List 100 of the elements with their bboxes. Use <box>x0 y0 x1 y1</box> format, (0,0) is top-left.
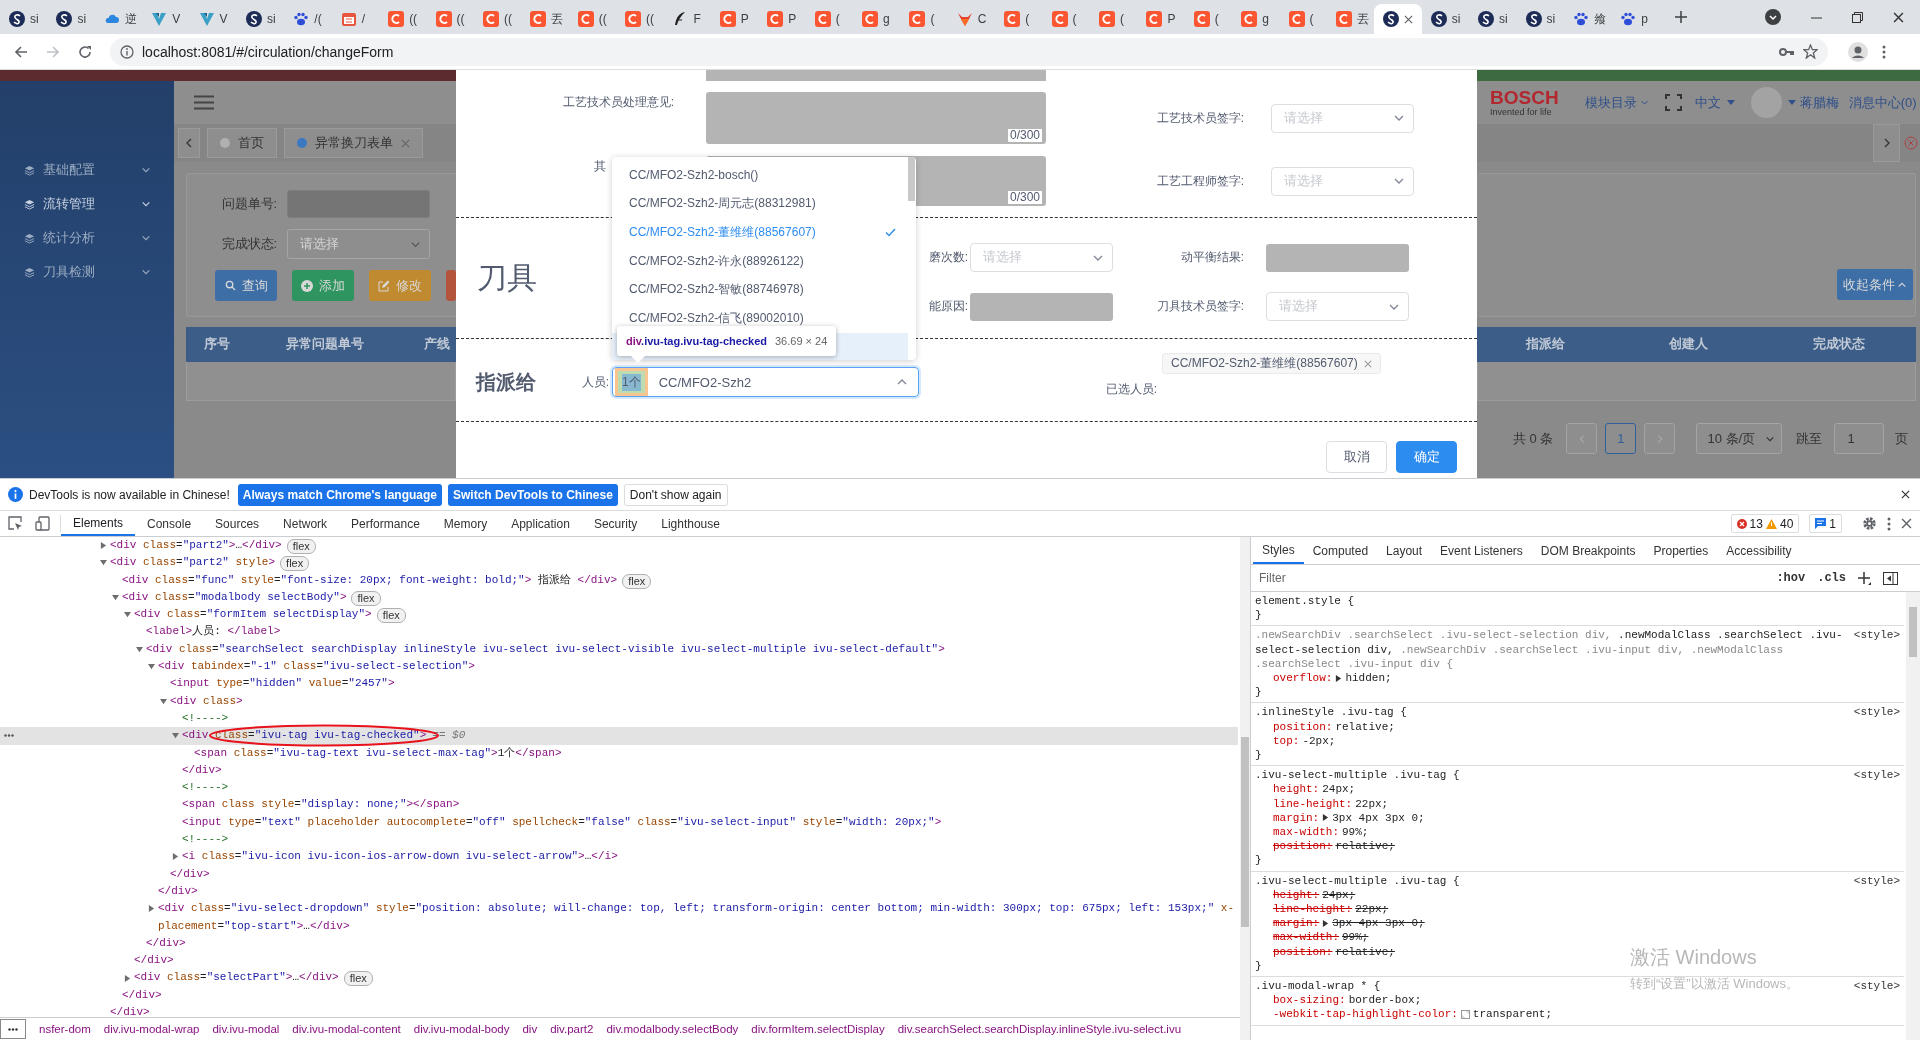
browser-tab[interactable]: (( <box>568 4 617 34</box>
browser-tab[interactable]: p <box>1611 4 1659 34</box>
dom-line[interactable]: </div> <box>134 952 174 970</box>
input-field[interactable] <box>1266 243 1409 272</box>
more-button[interactable] <box>0 1019 26 1039</box>
breadcrumb[interactable]: div.ivu-modal-content <box>292 1023 401 1035</box>
menu-icon[interactable] <box>194 95 214 110</box>
collapse-button[interactable]: 收起条件 <box>1837 269 1913 300</box>
breadcrumb[interactable]: div.modalbody.selectBody <box>606 1023 739 1035</box>
infobar-button[interactable]: Don't show again <box>623 483 728 506</box>
flex-badge[interactable]: flex <box>351 590 381 606</box>
dom-line[interactable]: <div class="searchSelect searchDisplay inlineStyle ivu-select ivu-select-visible ivu-select-multiple ivu-select-default"> <box>146 640 945 659</box>
column-header[interactable]: 完成状态 <box>1813 336 1865 353</box>
input-field[interactable] <box>970 292 1113 321</box>
property-name[interactable]: top: <box>1273 733 1300 749</box>
property-name[interactable]: max-width: <box>1273 930 1339 945</box>
breadcrumb[interactable]: div.formItem.selectDisplay <box>751 1023 885 1035</box>
new-tab-icon[interactable] <box>1674 11 1687 23</box>
search-button[interactable]: 查询 <box>215 270 277 301</box>
breadcrumb[interactable]: nsfer-dom <box>39 1023 91 1035</box>
person-tag[interactable]: CC/MFO2-Szh2-董维维(88567607) <box>1162 353 1381 374</box>
flex-badge[interactable]: flex <box>343 971 373 987</box>
devtools-tab[interactable]: Security <box>581 511 650 536</box>
infobar-button[interactable]: Always match Chrome's language <box>237 483 443 506</box>
caret-icon[interactable] <box>1787 100 1796 105</box>
color-swatch[interactable] <box>1460 1010 1470 1020</box>
device-toolbar-icon[interactable] <box>35 516 50 531</box>
close-icon[interactable] <box>1404 14 1414 24</box>
sidebar-tab[interactable]: Styles <box>1253 537 1304 564</box>
property-value[interactable]: border-box; <box>1348 993 1422 1008</box>
browser-tab[interactable]: P <box>758 4 806 34</box>
dropdown-option[interactable]: CC/MFO2-Szh2-许永(88926122) <box>612 246 908 276</box>
dropdown-option[interactable]: CC/MFO2-Szh2-智敏(88746978) <box>612 275 908 304</box>
column-header[interactable]: 指派给 <box>1526 336 1565 353</box>
expand-arrow-icon[interactable] <box>1322 919 1330 927</box>
sidebar-tab[interactable]: Event Listeners <box>1431 537 1532 564</box>
browser-tab[interactable]: ( <box>900 4 948 34</box>
class-toggle[interactable]: .cls <box>1817 571 1846 585</box>
browser-tab[interactable]: (( <box>426 4 474 34</box>
plus-icon[interactable] <box>1858 571 1871 585</box>
hover-state-toggle[interactable]: :hov <box>1776 571 1806 585</box>
tab-search-icon[interactable] <box>1765 9 1781 25</box>
page-tab[interactable]: 异常换刀表单 <box>284 128 423 158</box>
browser-tab[interactable]: ( <box>1279 4 1327 34</box>
dom-line[interactable]: </div> <box>182 761 222 780</box>
sidebar-tab[interactable]: Layout <box>1377 537 1432 564</box>
dom-line[interactable]: <div class="formItem selectDisplay"> <box>134 606 372 624</box>
flex-badge[interactable]: flex <box>376 608 406 624</box>
property-value[interactable]: hidden; <box>1345 671 1392 686</box>
dom-line[interactable]: <input type="hidden" value="2457"> <box>170 675 395 693</box>
devtools-tab[interactable]: Console <box>135 511 204 536</box>
browser-tab[interactable]: P <box>710 4 759 34</box>
dom-line[interactable]: <i class="ivu-icon ivu-icon-ios-arrow-down ivu-select-arrow">…</i> <box>182 848 618 866</box>
dom-line[interactable]: </div> <box>158 882 198 901</box>
property-name[interactable]: position: <box>1273 944 1333 959</box>
input-field[interactable] <box>287 190 430 218</box>
source-link[interactable]: <style> <box>1843 705 1900 720</box>
menu-icon[interactable] <box>1882 44 1886 59</box>
address-bar[interactable]: localhost:8081/#/circulation/changeForm <box>110 37 1828 66</box>
property-name[interactable]: margin: <box>1273 916 1320 931</box>
source-link[interactable]: <style> <box>1843 768 1900 783</box>
browser-tab[interactable]: (( <box>616 4 664 34</box>
dom-line[interactable]: </div> <box>170 865 210 883</box>
expand-arrow-icon[interactable] <box>1335 674 1343 682</box>
inspect-icon[interactable] <box>8 516 23 531</box>
browser-tab[interactable]: 丟 <box>1326 4 1375 34</box>
dom-line[interactable]: <input type="text" placeholder autocomplete="off" spellcheck="false" class="ivu-select-input" style="width: 20px;"> <box>182 813 942 832</box>
browser-tab[interactable]: ( <box>805 4 854 34</box>
textarea-field[interactable] <box>706 70 1046 81</box>
browser-tab[interactable]: g <box>853 4 901 34</box>
infobar-button[interactable]: Switch DevTools to Chinese <box>448 483 618 506</box>
dom-line[interactable]: </div> <box>146 934 186 953</box>
sidebar-item[interactable]: 基础配置 <box>0 153 174 187</box>
star-icon[interactable] <box>1803 44 1818 59</box>
property-name[interactable]: height: <box>1273 887 1320 903</box>
fullscreen-icon[interactable] <box>1664 94 1682 111</box>
column-header[interactable]: 异常问题单号 <box>286 336 364 353</box>
browser-tab[interactable]: / <box>331 4 380 34</box>
property-name[interactable]: position: <box>1273 839 1333 854</box>
more-icon[interactable] <box>4 734 14 738</box>
browser-tab[interactable]: (( <box>379 4 427 34</box>
property-name[interactable]: box-sizing: <box>1273 993 1346 1008</box>
scrollbar-thumb[interactable] <box>1909 607 1917 657</box>
dom-line[interactable]: <!----> <box>182 831 229 849</box>
issues-counter[interactable]: 13 40 <box>1730 514 1800 533</box>
dropdown-option[interactable]: CC/MFO2-Szh2-周元志(88312981) <box>612 189 908 219</box>
dom-line[interactable]: <div class="part2">…</div> <box>110 537 282 555</box>
flex-badge[interactable]: flex <box>280 556 310 572</box>
browser-tab[interactable]: 逆 <box>94 4 143 34</box>
sidebar-tab[interactable]: Properties <box>1644 537 1718 564</box>
devtools-tab[interactable]: Elements <box>61 511 136 536</box>
browser-tab[interactable]: /( <box>284 4 332 34</box>
settings-icon[interactable] <box>1862 516 1877 531</box>
dom-line[interactable]: <span class="ivu-tag-text ivu-select-max-tag">1个</span> <box>194 744 562 762</box>
devtools-tab[interactable]: Lighthouse <box>649 511 732 536</box>
browser-tab[interactable]: V <box>189 4 237 34</box>
property-value[interactable]: relative; <box>1335 719 1395 734</box>
property-name[interactable]: height: <box>1273 782 1320 797</box>
browser-tab[interactable] <box>1374 4 1422 34</box>
property-value[interactable]: 22px; <box>1355 902 1389 917</box>
